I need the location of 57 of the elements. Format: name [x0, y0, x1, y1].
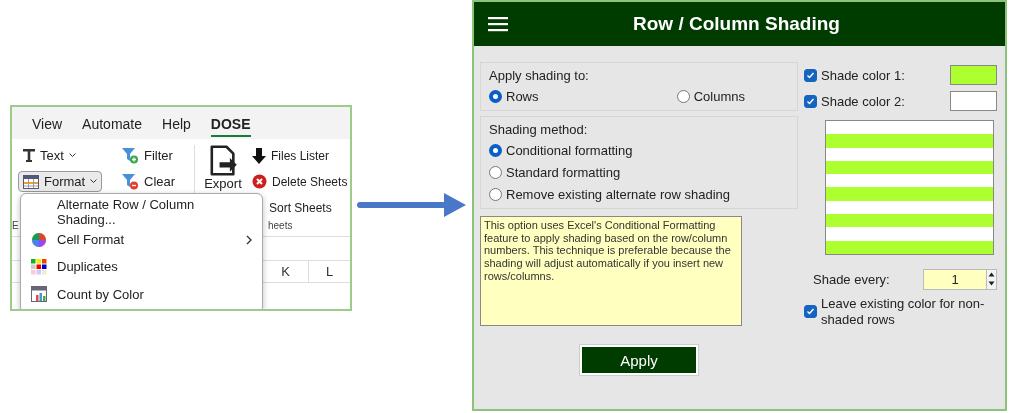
sheet-button[interactable]: Files Lister [247, 145, 334, 166]
filter-button[interactable]: Filter [116, 145, 178, 166]
ribbon-tab[interactable]: View [32, 109, 63, 137]
color-swatch[interactable] [950, 65, 997, 85]
radio-button[interactable] [676, 90, 690, 103]
menu-item[interactable]: Duplicates [21, 253, 262, 281]
ribbon-tab[interactable]: DOSE [210, 109, 251, 137]
filter-button[interactable]: Clear [116, 171, 181, 192]
color-grid-icon [31, 259, 47, 275]
ribbon-tab[interactable]: Help [162, 109, 191, 137]
filter-add-icon [121, 147, 139, 164]
radio-button[interactable] [489, 188, 502, 201]
ribbon-tab[interactable]: Automate [82, 109, 143, 137]
table-icon [23, 174, 39, 189]
color-swatch[interactable] [950, 91, 997, 111]
group-label: heets [268, 220, 293, 231]
radio-button[interactable] [489, 90, 502, 103]
filter-remove-icon [121, 173, 139, 190]
text-button[interactable]: Text [18, 145, 81, 166]
checkbox[interactable] [804, 305, 817, 319]
menu-item[interactable]: Count by Color [21, 280, 262, 308]
dialog-title: Row / Column Shading [632, 13, 841, 35]
menu-icon[interactable] [488, 16, 508, 32]
checkbox-label: Leave existing color for non-shaded rows [821, 296, 986, 328]
radio-button[interactable] [489, 166, 502, 179]
number-field[interactable]: 1 [923, 269, 997, 290]
down-arrow-icon [252, 147, 266, 164]
spin-up-icon[interactable] [987, 270, 996, 279]
radio-option[interactable]: Conditional formatting [489, 143, 789, 158]
caret-icon [68, 153, 76, 158]
radio-option[interactable]: Rows [489, 89, 539, 104]
sheet-button[interactable]: Delete Sheets [247, 171, 350, 192]
delete-icon [252, 174, 267, 189]
radio-option[interactable]: Remove existing alternate row shading [489, 187, 789, 202]
radio-option[interactable]: Columns [676, 89, 745, 104]
check-icon [806, 307, 815, 317]
caret-icon [90, 179, 98, 184]
spin-down-icon[interactable] [987, 279, 996, 288]
text-icon [23, 149, 35, 162]
group-label: E [12, 220, 19, 231]
radio-button[interactable] [489, 144, 502, 157]
apply-button[interactable]: Apply [580, 345, 698, 375]
description-text: This option uses Excel's Conditional Formatting feature to apply shading based on the row/column numbers. This technique is preferable because the shading will adjust automatically if you insert new rows/columns. [480, 216, 742, 326]
color-wheel-icon [31, 231, 47, 248]
radio-option[interactable]: Standard formatting [489, 165, 789, 180]
group-title: Apply shading to: [489, 68, 590, 83]
field-label: Shade every: [813, 272, 890, 287]
table-chart-icon [31, 286, 47, 303]
checkbox[interactable] [804, 94, 817, 108]
check-icon [806, 70, 815, 80]
checkbox[interactable] [804, 68, 817, 82]
format-button[interactable]: Format [18, 171, 103, 192]
group-title: Shading method: [489, 122, 589, 137]
column-header: L [308, 261, 350, 282]
checkbox-label: Shade color 2: [821, 93, 905, 109]
checkbox-label: Shade color 1: [821, 67, 905, 83]
check-icon [806, 96, 815, 106]
